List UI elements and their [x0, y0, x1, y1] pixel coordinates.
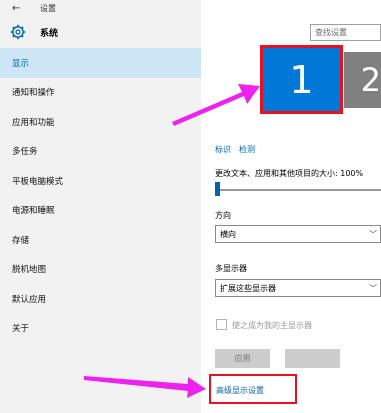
multi-display-value: 扩展这些显示器 — [220, 284, 276, 293]
apply-button[interactable]: 应用 — [215, 349, 270, 368]
orientation-label: 方向 — [215, 211, 231, 220]
sidebar-item-power-sleep[interactable]: 电源和睡眠 — [0, 196, 201, 226]
window-title: 设置 — [40, 4, 56, 13]
chevron-down-icon: ﹀ — [369, 284, 377, 293]
highlight-frame-advanced — [209, 374, 297, 404]
highlight-frame-monitor — [260, 45, 343, 114]
sidebar-item-apps[interactable]: 应用和功能 — [0, 107, 201, 137]
sidebar-item-display[interactable]: 显示 — [0, 48, 201, 78]
back-arrow-icon[interactable]: ← — [12, 3, 20, 14]
sidebar-item-default-apps[interactable]: 默认应用 — [0, 284, 201, 314]
sidebar-item-offline-maps[interactable]: 脱机地图 — [0, 255, 201, 285]
detect-link[interactable]: 检测 — [239, 145, 255, 154]
gear-icon — [10, 24, 26, 40]
multi-display-select[interactable]: 扩展这些显示器 ﹀ — [215, 279, 381, 297]
sidebar-item-storage[interactable]: 存储 — [0, 225, 201, 255]
search-input[interactable]: 查找设置 — [310, 24, 381, 41]
section-header: 系统 — [10, 22, 58, 42]
cancel-button[interactable] — [285, 349, 340, 368]
monitor-2-tile[interactable]: 2 — [344, 52, 381, 108]
scale-slider-thumb[interactable] — [215, 182, 220, 196]
sidebar-item-notifications[interactable]: 通知和操作 — [0, 78, 201, 108]
scale-label: 更改文本、应用和其他项目的大小: 100% — [215, 169, 364, 178]
chevron-down-icon: ﹀ — [369, 230, 377, 239]
main-display-checkbox[interactable] — [216, 319, 227, 330]
main-display-checkbox-label: 使之成为我的主显示器 — [232, 321, 312, 330]
sidebar-item-about[interactable]: 关于 — [0, 314, 201, 344]
multi-display-label: 多显示器 — [215, 264, 247, 273]
sidebar-item-multitasking[interactable]: 多任务 — [0, 137, 201, 167]
title-bar: ← 设置 — [0, 0, 381, 17]
identify-link[interactable]: 标识 — [215, 145, 231, 154]
orientation-value: 横向 — [220, 230, 236, 239]
sidebar-item-tablet-mode[interactable]: 平板电脑模式 — [0, 166, 201, 196]
section-title: 系统 — [40, 28, 59, 39]
sidebar-nav: 显示 通知和操作 应用和功能 多任务 平板电脑模式 电源和睡眠 存储 脱机地图 … — [0, 48, 201, 343]
orientation-select[interactable]: 横向 ﹀ — [215, 225, 381, 243]
scale-slider-track[interactable] — [215, 189, 381, 191]
monitor-links: 标识 检测 — [215, 144, 263, 155]
